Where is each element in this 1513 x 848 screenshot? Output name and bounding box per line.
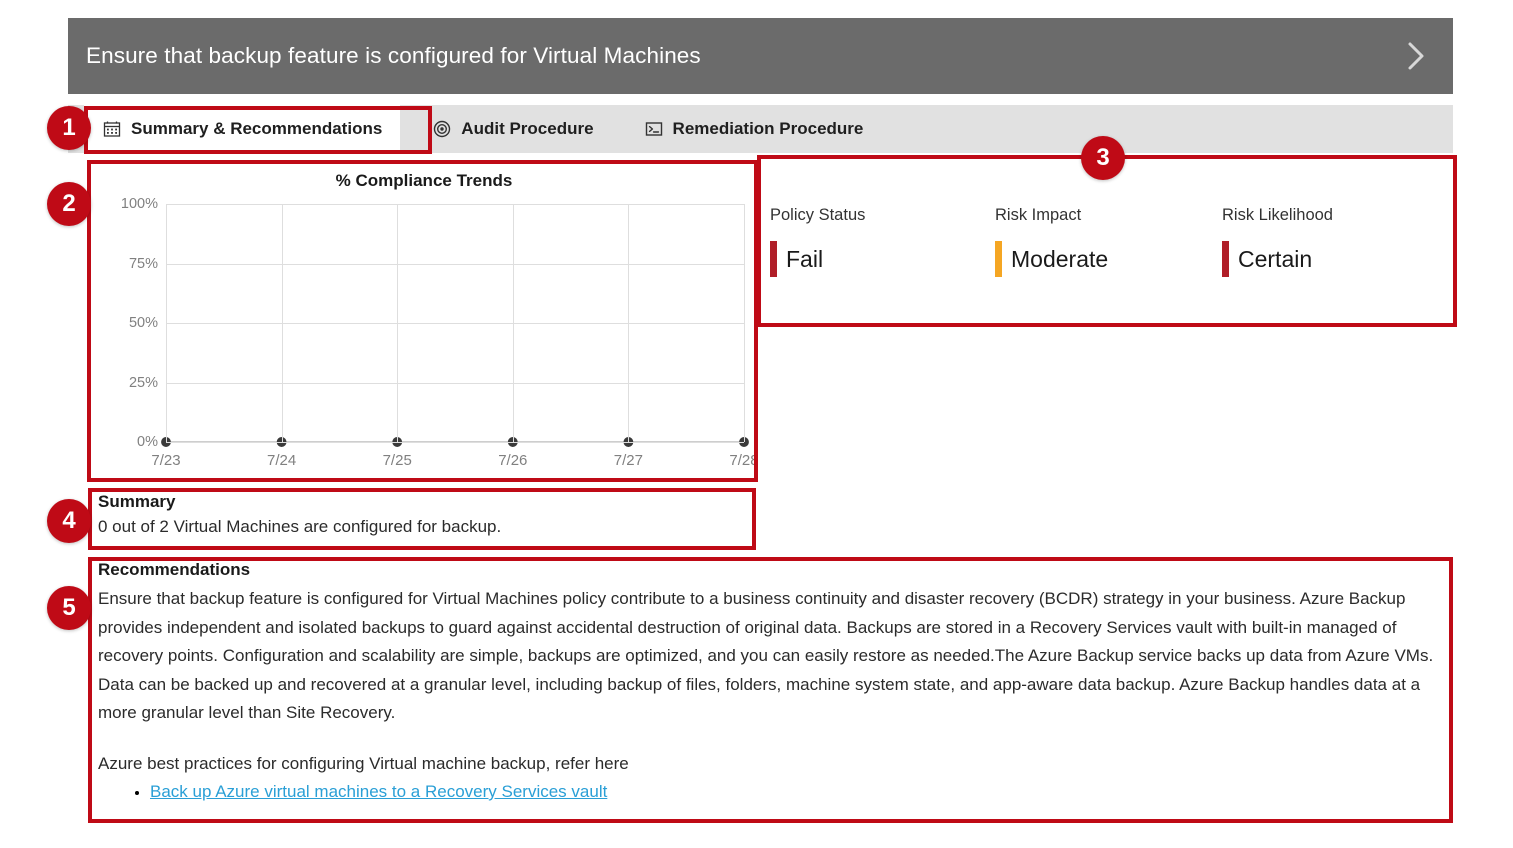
annotation-badge-4: 4	[47, 499, 91, 543]
summary-text: 0 out of 2 Virtual Machines are configur…	[98, 517, 502, 536]
status-value: Moderate	[1011, 245, 1109, 272]
status-label: Risk Likelihood	[1222, 206, 1333, 224]
terminal-console-icon	[644, 119, 664, 139]
chart-gridline-vertical	[281, 204, 283, 442]
status-cell-risk-impact: Risk Impact Moderate	[995, 206, 1108, 277]
tab-remediation-procedure[interactable]: Remediation Procedure	[626, 105, 882, 153]
chart-gridline-horizontal	[166, 323, 744, 324]
annotation-badge-5: 5	[47, 586, 91, 630]
chart-x-tick-label: 7/23	[151, 452, 181, 469]
status-cell-risk-likelihood: Risk Likelihood Certain	[1222, 206, 1333, 277]
chart-y-tick-label: 100%	[120, 196, 158, 212]
recommendations-section: Recommendations Ensure that backup featu…	[98, 560, 1440, 808]
recovery-services-vault-link[interactable]: Back up Azure virtual machines to a Reco…	[150, 782, 607, 801]
chart-gridline-vertical	[166, 204, 167, 442]
chart-y-tick-label: 50%	[128, 315, 158, 331]
chart-gridline-vertical	[744, 204, 745, 442]
chart-x-tick-label: 7/27	[613, 452, 643, 469]
chart-y-tick-label: 0%	[137, 434, 158, 450]
chart-x-tick-label: 7/26	[498, 452, 528, 469]
tab-strip: Summary & Recommendations Audit Procedur…	[68, 105, 1453, 153]
status-label: Risk Impact	[995, 206, 1082, 224]
chart-y-tick-label: 25%	[128, 374, 158, 391]
chart-x-tick-label: 7/28	[729, 452, 759, 469]
tab-label: Summary & Recommendations	[131, 119, 383, 138]
chart-gridline-horizontal	[166, 442, 744, 443]
status-value: Fail	[786, 245, 824, 272]
calendar-grid-icon	[102, 119, 122, 139]
status-color-bar	[1222, 241, 1229, 277]
annotation-badge-3: 3	[1081, 136, 1125, 180]
chart-gridline-vertical	[397, 204, 399, 442]
recommendations-link-list: Back up Azure virtual machines to a Reco…	[98, 778, 1440, 808]
page-title: Ensure that backup feature is configured…	[86, 43, 701, 68]
chart-gridline-horizontal	[166, 204, 744, 205]
status-color-bar	[770, 241, 777, 277]
chevron-right-icon[interactable]	[1401, 39, 1431, 73]
chart-x-tick-label: 7/24	[266, 452, 297, 469]
chart-y-tick-label: 75%	[128, 255, 158, 272]
chart-gridline-horizontal	[166, 263, 744, 265]
status-value: Certain	[1238, 245, 1313, 272]
annotation-badge-1: 1	[47, 106, 91, 150]
summary-section: Summary 0 out of 2 Virtual Machines are …	[98, 492, 758, 547]
chart-gridline-vertical	[512, 204, 514, 442]
list-item: Back up Azure virtual machines to a Reco…	[150, 778, 1440, 808]
chart-gridline-horizontal	[166, 382, 744, 384]
chart-plot-area: 0% 25% 50% 75% 100% 7/23 7/24 7/25 7/26 7/27 7/28	[121, 196, 759, 469]
annotation-badge-2: 2	[47, 182, 91, 226]
summary-heading: Summary	[98, 492, 176, 511]
bullseye-target-icon	[432, 119, 452, 139]
recommendations-body: Ensure that backup feature is configured…	[98, 589, 1434, 722]
chart-x-tick-label: 7/25	[382, 452, 412, 469]
compliance-trends-chart: % Compliance Trends 0% 25% 50% 75% 100% 7/23 7…	[90, 158, 759, 488]
tab-label: Audit Procedure	[461, 119, 594, 138]
status-label: Policy Status	[770, 206, 866, 224]
status-cell-policy-status: Policy Status Fail	[770, 206, 865, 277]
recommendations-refer-text: Azure best practices for configuring Vir…	[98, 753, 629, 773]
chart-gridline-vertical	[628, 204, 630, 442]
tab-summary-recommendations[interactable]: Summary & Recommendations	[84, 105, 401, 153]
chart-title: % Compliance Trends	[335, 171, 513, 190]
recommendations-heading: Recommendations	[98, 560, 251, 579]
risk-status-panel: Policy Status Fail Risk Impact Moderate …	[760, 158, 1455, 326]
policy-header-bar: Ensure that backup feature is configured…	[68, 18, 1453, 94]
tab-audit-procedure[interactable]: Audit Procedure	[414, 105, 611, 153]
tab-label: Remediation Procedure	[672, 119, 864, 138]
status-color-bar	[995, 241, 1002, 277]
